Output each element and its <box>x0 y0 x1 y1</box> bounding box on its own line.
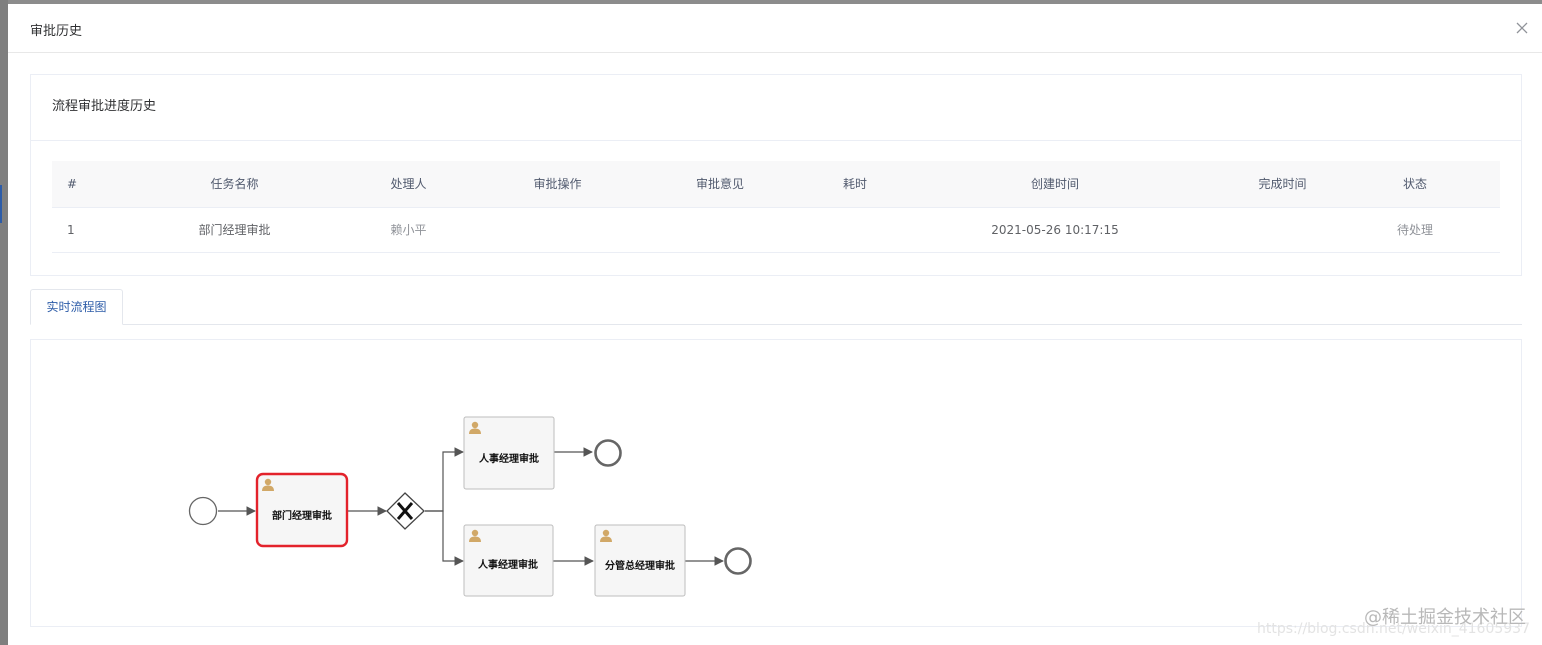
cell-completed-at <box>1235 207 1330 253</box>
end-event <box>724 547 752 575</box>
column-header-created-at[interactable]: 创建时间 <box>875 161 1235 208</box>
cell-index: 1 <box>52 207 162 253</box>
task-general-manager[interactable]: 分管总经理审批 <box>594 524 686 597</box>
flow-diagram: 部门经理审批 人事经理审批 人事经理审批 分管总经理审批 <box>188 416 752 597</box>
table-row[interactable]: 1 部门经理审批 赖小平 2021-05-26 10:17:15 待处理 <box>52 207 1500 253</box>
cell-status: 待处理 <box>1330 207 1500 253</box>
exclusive-gateway <box>386 492 425 530</box>
history-card-header: 流程审批进度历史 <box>31 75 1521 141</box>
task-label: 分管总经理审批 <box>605 559 675 572</box>
watermark: @稀土掘金技术社区 <box>1364 607 1526 628</box>
history-table: # 任务名称 处理人 审批操作 审批意见 耗时 创建时间 完成时间 状态 1 部… <box>52 161 1500 253</box>
tab-realtime-flow[interactable]: 实时流程图 <box>30 289 123 325</box>
task-label: 人事经理审批 <box>479 452 539 465</box>
approval-history-dialog: 审批历史 流程审批进度历史 # 任务名称 处理人 审批操作 审批意见 耗时 创建… <box>8 4 1542 645</box>
column-header-status[interactable]: 状态 <box>1330 161 1500 208</box>
cell-opinion <box>605 207 835 253</box>
cell-task-name: 部门经理审批 <box>162 207 307 253</box>
cell-created-at: 2021-05-26 10:17:15 <box>875 207 1235 253</box>
dialog-header: 审批历史 <box>8 4 1542 53</box>
column-header-opinion[interactable]: 审批意见 <box>605 161 835 208</box>
task-hr-manager-bottom[interactable]: 人事经理审批 <box>463 524 554 597</box>
cell-action <box>510 207 605 253</box>
column-header-action[interactable]: 审批操作 <box>510 161 605 208</box>
cell-duration <box>835 207 875 253</box>
task-dept-manager[interactable]: 部门经理审批 <box>255 472 349 548</box>
cell-handler: 赖小平 <box>307 207 510 253</box>
start-event <box>188 496 218 526</box>
dialog-title: 审批历史 <box>30 24 83 39</box>
flow-diagram-panel: 部门经理审批 人事经理审批 人事经理审批 分管总经理审批 <box>30 339 1522 627</box>
backdrop <box>0 0 8 645</box>
end-event <box>594 439 622 467</box>
task-label: 人事经理审批 <box>478 558 538 571</box>
task-label: 部门经理审批 <box>272 509 332 522</box>
close-icon[interactable] <box>1512 18 1532 38</box>
backdrop-accent <box>0 185 2 223</box>
tab-bar: 实时流程图 <box>30 289 1522 325</box>
column-header-completed-at[interactable]: 完成时间 <box>1235 161 1330 208</box>
task-hr-manager-top[interactable]: 人事经理审批 <box>463 416 555 490</box>
column-header-handler[interactable]: 处理人 <box>307 161 510 208</box>
history-card-title: 流程审批进度历史 <box>52 99 157 114</box>
column-header-task-name[interactable]: 任务名称 <box>162 161 307 208</box>
column-header-index[interactable]: # <box>52 161 162 208</box>
table-header-row: # 任务名称 处理人 审批操作 审批意见 耗时 创建时间 完成时间 状态 <box>52 161 1500 208</box>
history-card: 流程审批进度历史 # 任务名称 处理人 审批操作 审批意见 耗时 创建时间 完成… <box>30 74 1522 276</box>
column-header-duration[interactable]: 耗时 <box>835 161 875 208</box>
